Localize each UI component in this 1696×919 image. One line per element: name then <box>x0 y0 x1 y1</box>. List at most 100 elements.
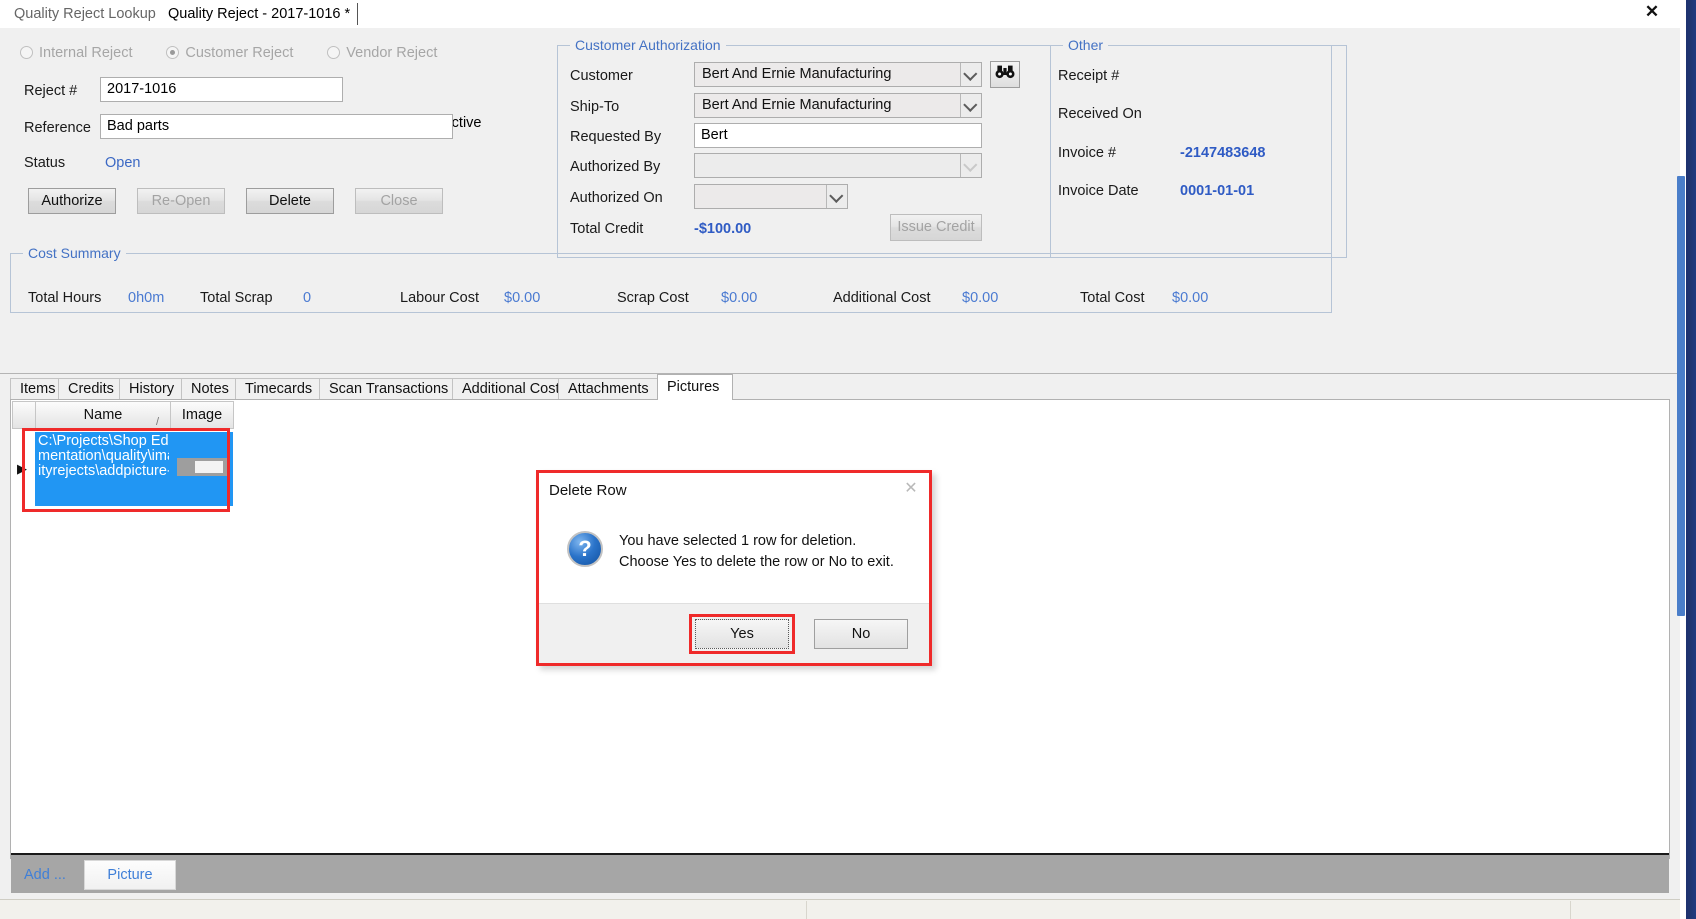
tab-credits[interactable]: Credits <box>58 378 120 400</box>
cs-value-additional-cost: $0.00 <box>962 290 999 306</box>
reference-input[interactable]: Bad parts <box>100 114 453 139</box>
tab-attachments[interactable]: Attachments <box>558 378 658 400</box>
picture-thumbnail-cell[interactable] <box>169 432 233 506</box>
reject-number-label: Reject # <box>24 83 78 99</box>
cs-label-labour-cost: Labour Cost <box>400 290 479 306</box>
received-on-label: Received On <box>1058 106 1142 122</box>
total-credit-label: Total Credit <box>570 221 644 237</box>
status-value: Open <box>105 155 141 171</box>
document-tab-quality-reject-lookup[interactable]: Quality Reject Lookup <box>4 0 166 28</box>
cs-value-labour-cost: $0.00 <box>504 290 541 306</box>
status-label: Status <box>24 155 66 171</box>
radio-internal-reject[interactable]: Internal Reject <box>20 45 133 61</box>
tab-timecards[interactable]: Timecards <box>235 378 320 400</box>
current-row-indicator-icon: ▶ <box>17 461 27 476</box>
radio-label: Vendor Reject <box>346 45 438 61</box>
status-bar-divider-1 <box>806 901 808 919</box>
grid-header-image[interactable]: Image <box>170 401 234 429</box>
document-tab-quality-reject-2017-1016[interactable]: Quality Reject - 2017-1016 * <box>158 0 361 28</box>
question-icon: ? <box>567 531 603 567</box>
cs-value-total-hours: 0h0m <box>128 290 165 306</box>
radio-vendor-reject[interactable]: Vendor Reject <box>327 45 437 61</box>
ship-to-combobox[interactable]: Bert And Ernie Manufacturing <box>694 93 982 118</box>
ship-to-value: Bert And Ernie Manufacturing <box>702 97 892 113</box>
tab-notes[interactable]: Notes <box>181 378 236 400</box>
vertical-scrollbar-thumb[interactable] <box>1677 176 1685 616</box>
dialog-message-line-1: You have selected 1 row for deletion. <box>619 533 857 549</box>
chevron-down-icon[interactable] <box>826 185 847 208</box>
cost-summary-title: Cost Summary <box>23 245 126 261</box>
reject-type-radio-group: Internal Reject Customer Reject Vendor R… <box>20 44 467 61</box>
add-label: Add ... <box>24 867 66 883</box>
close-icon[interactable]: ✕ <box>1641 1 1663 23</box>
invoice-number-value: -2147483648 <box>1180 145 1266 161</box>
cs-label-total-scrap: Total Scrap <box>200 290 273 306</box>
invoice-date-value: 0001-01-01 <box>1180 183 1255 199</box>
customer-value: Bert And Ernie Manufacturing <box>702 66 892 82</box>
reject-number-input[interactable]: 2017-1016 <box>100 77 343 102</box>
yes-button[interactable]: Yes <box>695 619 789 649</box>
add-picture-button[interactable]: Picture <box>84 860 176 890</box>
customer-label: Customer <box>570 68 633 84</box>
receipt-number-label: Receipt # <box>1058 68 1120 84</box>
detail-tab-strip: Items Credits History Notes Timecards Sc… <box>10 374 1670 400</box>
cs-label-scrap-cost: Scrap Cost <box>617 290 689 306</box>
reference-label: Reference <box>24 120 91 136</box>
tab-scan-transactions[interactable]: Scan Transactions <box>319 378 453 400</box>
delete-button[interactable]: Delete <box>246 188 334 214</box>
cs-label-additional-cost: Additional Cost <box>833 290 931 306</box>
chevron-down-icon[interactable] <box>960 154 981 177</box>
document-tab-strip: Quality Reject Lookup Quality Reject - 2… <box>0 0 1680 29</box>
ship-to-label: Ship-To <box>570 99 620 115</box>
tab-pictures[interactable]: Pictures <box>657 374 733 400</box>
cs-value-total-scrap: 0 <box>303 290 312 306</box>
dialog-message-line-2: Choose Yes to delete the row or No to ex… <box>619 554 894 570</box>
cs-label-total-cost: Total Cost <box>1080 290 1145 306</box>
invoice-number-label: Invoice # <box>1058 145 1117 161</box>
grid-header-image-label: Image <box>181 407 223 423</box>
question-glyph: ? <box>578 536 592 561</box>
issue-credit-button[interactable]: Issue Credit <box>890 214 982 241</box>
dialog-footer: Yes No <box>539 603 929 663</box>
radio-label: Internal Reject <box>39 45 133 61</box>
reject-header-panel: Internal Reject Customer Reject Vendor R… <box>0 28 1680 374</box>
authorize-button[interactable]: Authorize <box>28 188 116 214</box>
invoice-date-label: Invoice Date <box>1058 183 1139 199</box>
authorized-on-label: Authorized On <box>570 190 663 206</box>
close-button[interactable]: Close <box>355 188 443 214</box>
dialog-title: Delete Row <box>549 482 627 499</box>
add-toolbar: Add ... Picture <box>11 853 1669 893</box>
requested-by-label: Requested By <box>570 129 662 145</box>
application-window: Quality Reject Lookup Quality Reject - 2… <box>0 0 1696 919</box>
tab-history[interactable]: History <box>119 378 182 400</box>
radio-customer-reject[interactable]: Customer Reject <box>166 45 293 61</box>
radio-dot-icon <box>327 46 341 59</box>
authorized-by-combobox[interactable] <box>694 153 982 178</box>
grid-header-name-label: Name <box>83 407 123 423</box>
document-tab-label: Quality Reject Lookup <box>14 6 156 22</box>
status-bar-divider-2 <box>1570 901 1572 919</box>
dialog-message: You have selected 1 row for deletion. Ch… <box>619 531 894 573</box>
tab-additional-cost[interactable]: Additional Cost <box>452 378 560 400</box>
no-button[interactable]: No <box>814 619 908 649</box>
chevron-down-icon[interactable] <box>960 94 981 117</box>
grid-header-rowselector[interactable] <box>12 401 36 429</box>
grid-header-name[interactable]: Name / <box>35 401 171 429</box>
customer-search-button[interactable] <box>990 61 1020 88</box>
requested-by-input[interactable]: Bert <box>694 123 982 148</box>
customer-combobox[interactable]: Bert And Ernie Manufacturing <box>694 62 982 87</box>
binoculars-icon <box>995 65 1015 79</box>
chevron-down-icon[interactable] <box>960 63 981 86</box>
delete-row-dialog: Delete Row ✕ ? You have selected 1 row f… <box>536 470 932 666</box>
radio-dot-icon <box>166 46 180 59</box>
cs-label-total-hours: Total Hours <box>28 290 102 306</box>
tab-items[interactable]: Items <box>10 378 59 400</box>
total-credit-value: -$100.00 <box>694 221 752 237</box>
authorized-on-datepicker[interactable] <box>694 184 848 209</box>
cs-value-scrap-cost: $0.00 <box>721 290 758 306</box>
radio-dot-icon <box>20 46 33 59</box>
document-tab-label: Quality Reject - 2017-1016 * <box>168 6 351 22</box>
reopen-button[interactable]: Re-Open <box>137 188 225 214</box>
dialog-close-icon[interactable]: ✕ <box>901 479 921 499</box>
cs-value-total-cost: $0.00 <box>1172 290 1209 306</box>
